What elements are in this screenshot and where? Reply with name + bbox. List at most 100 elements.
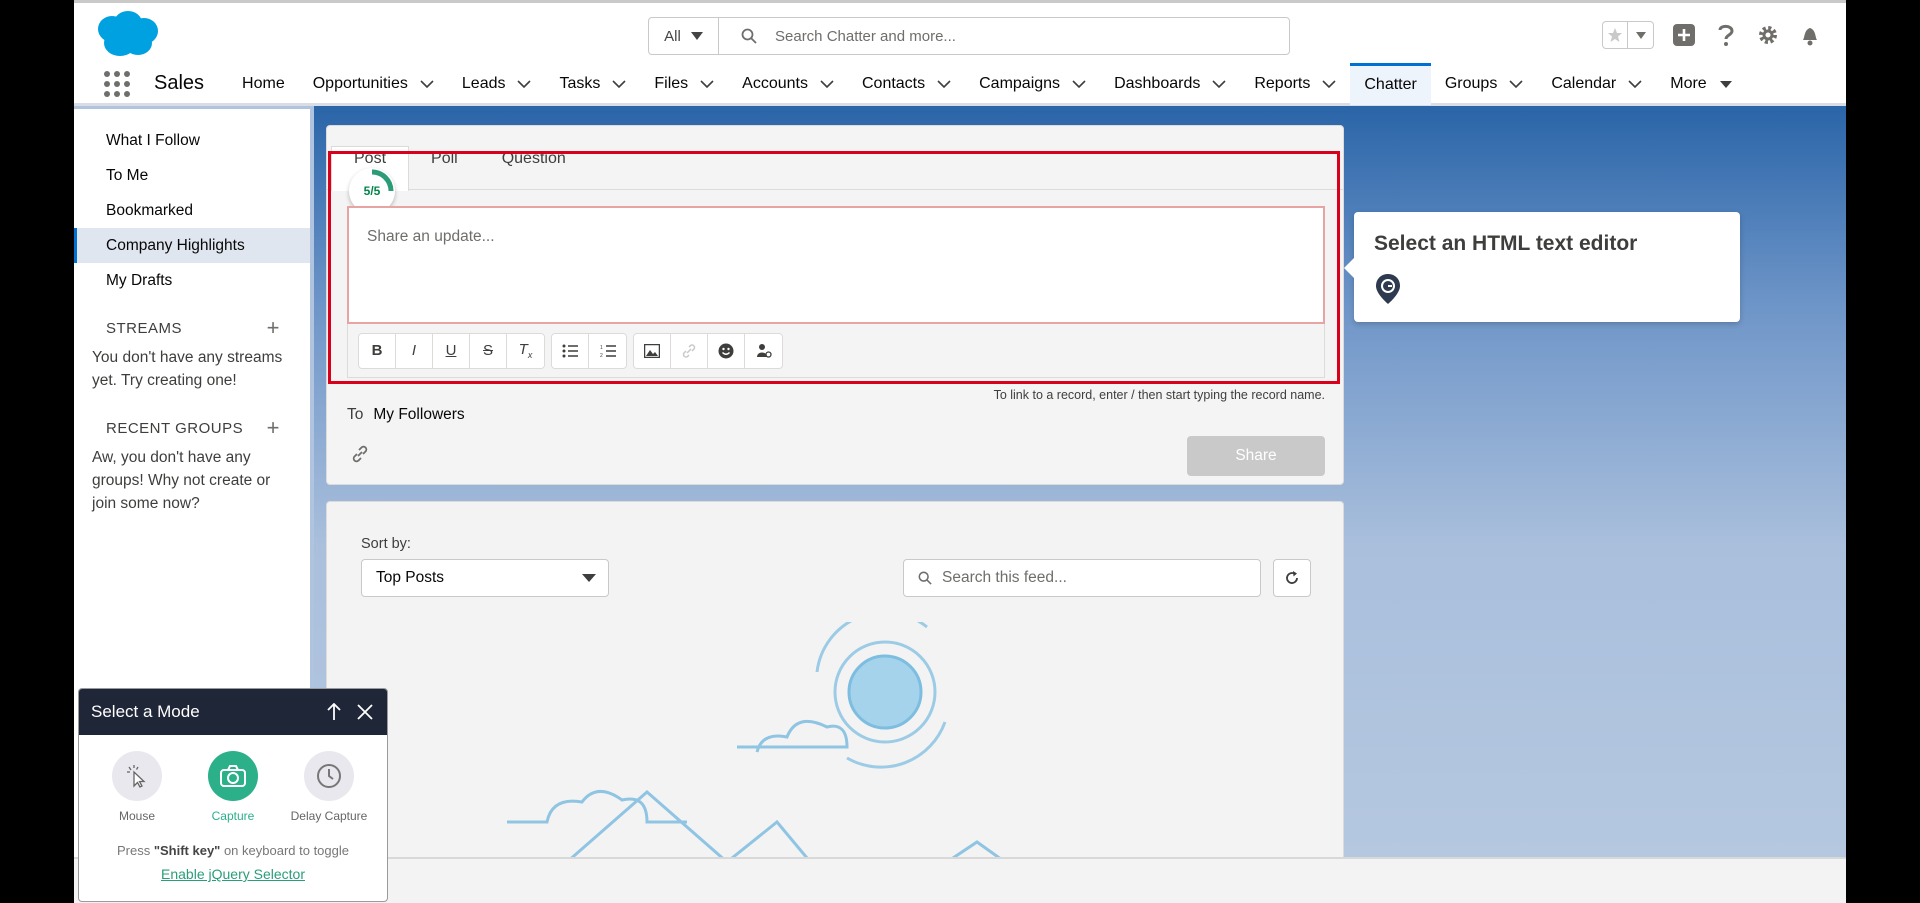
sidebar-item-what-i-follow[interactable]: What I Follow <box>74 123 310 158</box>
chevron-down-icon[interactable] <box>1322 77 1336 91</box>
nav-item-label: Tasks <box>559 74 601 92</box>
add-group-icon[interactable]: + <box>267 415 280 441</box>
caret-down-icon <box>582 574 596 582</box>
sidebar-item-company-highlights[interactable]: Company Highlights <box>74 228 310 263</box>
global-search-bar[interactable]: All Search Chatter and more... <box>648 17 1290 55</box>
streams-heading: STREAMS + <box>106 315 280 341</box>
favorites-menu-icon[interactable] <box>1628 22 1653 48</box>
capture-mode-option[interactable]: Capture <box>188 751 278 823</box>
nav-item-label: Dashboards <box>1114 74 1201 92</box>
chevron-down-icon[interactable] <box>1212 77 1226 91</box>
refresh-icon <box>1286 571 1298 584</box>
search-icon <box>741 28 757 44</box>
recipient-row: To My Followers <box>347 406 465 424</box>
nav-item-label: More <box>1670 74 1707 92</box>
nav-item-home[interactable]: Home <box>228 63 299 105</box>
streams-empty-text: You don't have any streams yet. Try crea… <box>92 349 283 389</box>
mode-widget-title: Select a Mode <box>91 702 200 721</box>
app-navigation-bar: Sales Home Opportunities Leads Tasks Files Ac… <box>74 62 1846 106</box>
nav-items: Home Opportunities Leads Tasks Files Accounts… <box>228 62 1747 105</box>
chevron-down-icon[interactable] <box>820 77 834 91</box>
feed-search-input[interactable]: Search this feed... <box>903 559 1261 597</box>
nav-item-label: Files <box>654 74 689 92</box>
search-icon <box>918 571 932 585</box>
sort-select[interactable]: Top Posts <box>361 559 609 597</box>
nav-item-calendar[interactable]: Calendar <box>1537 63 1656 105</box>
close-icon[interactable] <box>357 704 373 720</box>
feed-search-placeholder: Search this feed... <box>942 569 1067 586</box>
app-window: All Search Chatter and more... Sales Hom… <box>74 0 1846 903</box>
nav-item-dashboards[interactable]: Dashboards <box>1100 63 1240 105</box>
mode-widget-header: Select a Mode <box>79 689 387 735</box>
nav-item-reports[interactable]: Reports <box>1240 63 1350 105</box>
nav-item-label: Opportunities <box>312 74 408 92</box>
chevron-down-icon[interactable] <box>1072 77 1086 91</box>
favorite-star-icon[interactable] <box>1603 22 1629 48</box>
nav-item-leads[interactable]: Leads <box>448 63 546 105</box>
chevron-down-icon[interactable] <box>1509 77 1523 91</box>
recent-groups-heading: RECENT GROUPS + <box>106 415 280 441</box>
arrow-up-icon[interactable] <box>327 703 341 721</box>
sort-label: Sort by: <box>361 536 411 552</box>
favorites-group[interactable] <box>1602 21 1654 49</box>
global-search-input[interactable]: Search Chatter and more... <box>775 28 956 45</box>
mouse-mode-label: Mouse <box>118 809 156 823</box>
recipient-value[interactable]: My Followers <box>373 406 464 424</box>
app-name: Sales <box>154 72 205 94</box>
nav-item-label: Contacts <box>861 74 926 92</box>
chevron-down-icon[interactable] <box>517 77 532 91</box>
mode-options: Mouse Capture Delay Capture <box>79 735 387 823</box>
nav-item-chatter[interactable]: Chatter <box>1350 62 1431 105</box>
chevron-down-icon[interactable] <box>1628 77 1642 91</box>
chevron-down-icon[interactable] <box>420 77 434 91</box>
sidebar-item-bookmarked[interactable]: Bookmarked <box>74 193 310 228</box>
sidebar-item-my-drafts[interactable]: My Drafts <box>74 263 310 298</box>
nav-item-label: Campaigns <box>979 74 1061 92</box>
nav-item-more[interactable]: More <box>1656 63 1746 105</box>
header-actions <box>1602 21 1822 49</box>
app-launcher-icon[interactable] <box>102 69 132 99</box>
to-label: To <box>347 406 364 423</box>
sidebar-item-to-me[interactable]: To Me <box>74 158 310 193</box>
nav-item-label: Calendar <box>1551 74 1617 92</box>
feed-links: What I Follow To Me Bookmarked Company High… <box>74 123 310 298</box>
groups-empty-text: Aw, you don't have any groups! Why not c… <box>92 449 271 512</box>
nav-item-files[interactable]: Files <box>640 63 728 105</box>
delay-capture-mode-option[interactable]: Delay Capture <box>284 751 374 823</box>
setup-gear-icon[interactable] <box>1756 23 1780 47</box>
nav-item-label: Reports <box>1254 74 1311 92</box>
nav-item-tasks[interactable]: Tasks <box>545 63 640 105</box>
nav-item-campaigns[interactable]: Campaigns <box>965 63 1100 105</box>
help-icon[interactable] <box>1714 23 1738 47</box>
mouse-mode-option[interactable]: Mouse <box>92 751 182 823</box>
nav-item-opportunities[interactable]: Opportunities <box>299 63 448 105</box>
search-scope-value: All <box>664 27 681 45</box>
notifications-bell-icon[interactable] <box>1798 23 1822 47</box>
refresh-feed-button[interactable] <box>1273 559 1311 597</box>
search-scope-select[interactable]: All <box>649 18 719 54</box>
chevron-down-icon[interactable] <box>700 77 714 91</box>
nav-item-label: Accounts <box>742 74 808 92</box>
attachment-icon[interactable] <box>351 445 369 463</box>
nav-item-label: Chatter <box>1364 76 1417 93</box>
share-button[interactable]: Share <box>1187 436 1325 476</box>
nav-item-accounts[interactable]: Accounts <box>728 63 848 105</box>
nav-item-label: Groups <box>1444 74 1498 92</box>
guide-tooltip: Select an HTML text editor <box>1344 212 1740 322</box>
caret-down-icon[interactable] <box>1719 77 1733 91</box>
global-create-icon[interactable] <box>1672 23 1696 47</box>
chevron-down-icon[interactable] <box>937 77 951 91</box>
nav-item-groups[interactable]: Groups <box>1431 63 1537 105</box>
nav-item-label: Home <box>242 74 285 92</box>
salesforce-logo[interactable] <box>90 9 160 59</box>
caret-down-icon <box>690 32 703 40</box>
add-stream-icon[interactable]: + <box>267 315 280 341</box>
nav-item-contacts[interactable]: Contacts <box>848 63 965 105</box>
global-header: All Search Chatter and more... <box>74 0 1846 64</box>
capture-highlight-box <box>328 151 1340 384</box>
enable-jquery-selector-link[interactable]: Enable jQuery Selector <box>79 866 387 882</box>
cursor-click-icon <box>112 751 162 801</box>
clock-icon <box>304 751 354 801</box>
chevron-down-icon[interactable] <box>612 77 626 91</box>
feed-card: Sort by: Top Posts Search this feed... <box>326 501 1344 903</box>
